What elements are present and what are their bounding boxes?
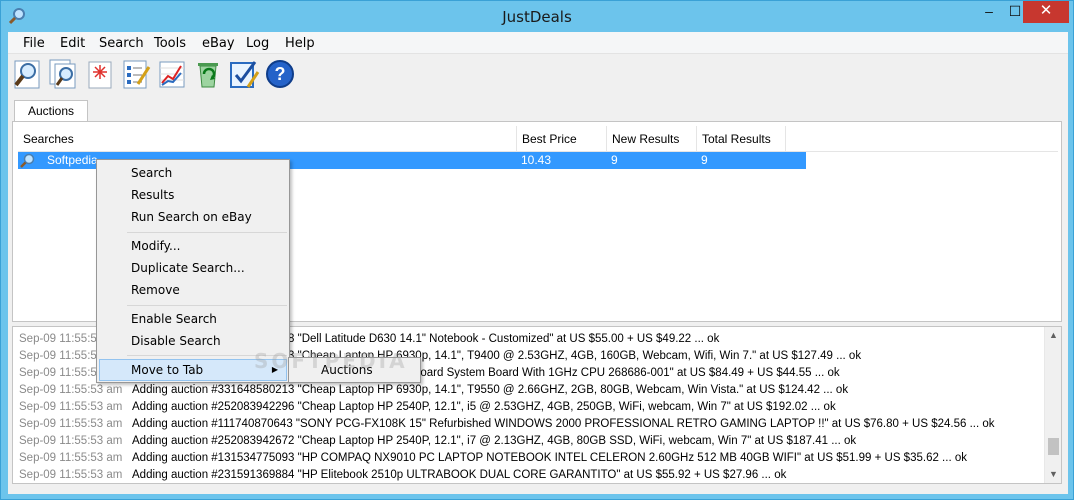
cell-new-results: 9 bbox=[611, 153, 618, 167]
ctx-run-search-ebay[interactable]: Run Search on eBay bbox=[99, 206, 287, 228]
title-bar[interactable]: JustDeals – ☐ ✕ bbox=[1, 1, 1073, 31]
log-scrollbar[interactable]: ▲ ▼ bbox=[1044, 327, 1061, 483]
log-msg: Adding auction #252083942672 "Cheap Lapt… bbox=[132, 435, 857, 447]
log-msg: Adding auction #331648580213 "Cheap Lapt… bbox=[132, 384, 849, 396]
ctx-remove[interactable]: Remove bbox=[99, 279, 287, 301]
run-search-icon[interactable] bbox=[84, 58, 116, 90]
ctx-move-to-tab-label: Move to Tab bbox=[131, 363, 204, 377]
log-time: Sep-09 11:55:53 am bbox=[19, 435, 123, 447]
log-time: Sep-09 11:55:53 am bbox=[19, 418, 123, 430]
log-msg: Adding auction #131534775093 "HP COMPAQ … bbox=[132, 452, 967, 464]
menu-bar: File Edit Search Tools eBay Log Help bbox=[8, 32, 1068, 54]
recycle-bin-icon[interactable] bbox=[192, 58, 224, 90]
ctx-enable-search[interactable]: Enable Search bbox=[99, 308, 287, 330]
menu-ebay[interactable]: eBay bbox=[202, 36, 235, 51]
minimize-button[interactable]: – bbox=[975, 1, 1003, 23]
log-time: Sep-09 11:55:53 am bbox=[19, 384, 123, 396]
log-time: Sep-09 11:55:53 am bbox=[19, 469, 123, 481]
ctx-modify[interactable]: Modify... bbox=[99, 235, 287, 257]
col-total-results[interactable]: Total Results bbox=[696, 126, 786, 152]
chart-icon[interactable] bbox=[156, 58, 188, 90]
cell-best-price: 10.43 bbox=[521, 153, 552, 167]
menu-edit[interactable]: Edit bbox=[60, 36, 85, 51]
close-button[interactable]: ✕ bbox=[1023, 1, 1069, 23]
ctx-search[interactable]: Search bbox=[99, 162, 287, 184]
window-title: JustDeals bbox=[502, 8, 572, 26]
results-icon[interactable] bbox=[48, 58, 80, 90]
menu-search[interactable]: Search bbox=[99, 36, 144, 51]
checklist-icon[interactable] bbox=[228, 58, 260, 90]
col-new-results[interactable]: New Results bbox=[606, 126, 696, 152]
ctx-results[interactable]: Results bbox=[99, 184, 287, 206]
watermark: SOFTPEDIA bbox=[254, 349, 408, 373]
grid-header: Searches Best Price New Results Total Re… bbox=[18, 126, 1058, 152]
cell-total-results: 9 bbox=[701, 153, 708, 167]
search-icon[interactable] bbox=[12, 58, 44, 90]
log-msg: Adding auction #231591369884 "HP Elitebo… bbox=[132, 469, 787, 481]
toolbar: ? bbox=[8, 54, 1068, 96]
log-msg: Adding auction #111740870643 "SONY PCG-F… bbox=[132, 418, 995, 430]
scroll-down-arrow-icon[interactable]: ▼ bbox=[1045, 466, 1061, 483]
menu-file[interactable]: File bbox=[23, 36, 45, 51]
log-msg: Adding auction #252083942296 "Cheap Lapt… bbox=[132, 401, 836, 413]
col-searches[interactable]: Searches bbox=[18, 126, 516, 152]
menu-separator bbox=[127, 232, 287, 233]
magnifier-icon bbox=[20, 153, 36, 169]
log-time: Sep-09 11:55:53 am bbox=[19, 401, 123, 413]
svg-text:?: ? bbox=[275, 64, 286, 84]
modify-list-icon[interactable] bbox=[120, 58, 152, 90]
help-icon[interactable]: ? bbox=[264, 58, 296, 90]
menu-help[interactable]: Help bbox=[285, 36, 315, 51]
menu-log[interactable]: Log bbox=[246, 36, 269, 51]
col-best-price[interactable]: Best Price bbox=[516, 126, 606, 152]
ctx-duplicate-search[interactable]: Duplicate Search... bbox=[99, 257, 287, 279]
app-window: JustDeals – ☐ ✕ File Edit Search Tools e… bbox=[0, 0, 1074, 500]
scroll-thumb[interactable] bbox=[1048, 438, 1059, 455]
menu-separator bbox=[127, 305, 287, 306]
tab-auctions[interactable]: Auctions bbox=[14, 100, 88, 122]
scroll-up-arrow-icon[interactable]: ▲ bbox=[1045, 327, 1061, 344]
log-time: Sep-09 11:55:53 am bbox=[19, 452, 123, 464]
menu-tools[interactable]: Tools bbox=[154, 36, 186, 51]
